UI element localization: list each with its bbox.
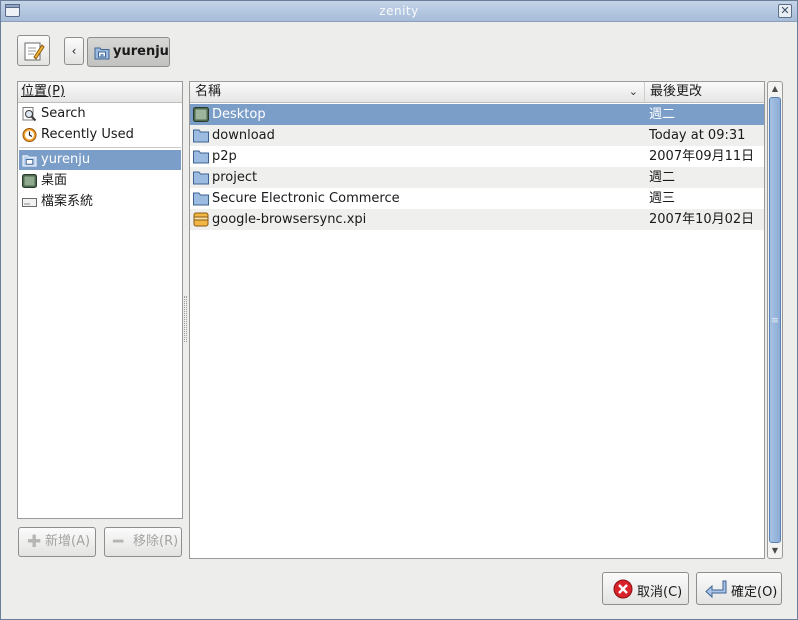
- file-modified: 2007年10月02日: [649, 212, 755, 227]
- remove-bookmark-button[interactable]: ━ 移除(R): [104, 527, 182, 557]
- place-item-label: Recently Used: [41, 127, 134, 142]
- place-item-desktop[interactable]: 桌面: [19, 171, 181, 191]
- drive-icon: [22, 198, 37, 207]
- file-list: 名稱 ⌄ 最後更改 Desktop 週二 download Today at 0…: [189, 81, 765, 559]
- places-header-label: 位置(P): [21, 84, 65, 99]
- file-name: google-browsersync.xpi: [212, 212, 367, 227]
- window-title: zenity: [379, 4, 419, 18]
- file-modified: 週二: [649, 170, 676, 185]
- cancel-button-label: 取消(C): [637, 585, 683, 600]
- path-back-button[interactable]: ‹: [64, 37, 84, 65]
- minus-icon: ━: [113, 532, 124, 552]
- file-modified: Today at 09:31: [649, 128, 746, 143]
- column-header-modified-label: 最後更改: [650, 84, 703, 99]
- places-header[interactable]: 位置(P): [18, 82, 182, 103]
- desktop-icon: [22, 174, 37, 188]
- places-panel: 位置(P) Search Recently Used yurenju 桌面 檔案…: [17, 81, 183, 519]
- plus-icon: ✚: [27, 532, 42, 552]
- file-row-google-browsersync[interactable]: google-browsersync.xpi 2007年10月02日: [190, 209, 764, 230]
- place-item-search[interactable]: Search: [19, 104, 181, 124]
- package-icon: [193, 212, 209, 227]
- path-button-label: yurenju: [113, 44, 169, 59]
- file-name: p2p: [212, 149, 237, 164]
- grip-icon: ≡: [771, 316, 779, 326]
- chevron-left-icon: ‹: [71, 44, 77, 58]
- folder-icon: [193, 150, 209, 164]
- file-list-scrollbar[interactable]: ▲ ≡ ▼: [767, 81, 783, 559]
- file-row-p2p[interactable]: p2p 2007年09月11日: [190, 146, 764, 167]
- place-item-filesystem[interactable]: 檔案系統: [19, 192, 181, 212]
- type-location-button[interactable]: [17, 35, 50, 66]
- add-bookmark-button[interactable]: ✚ 新增(A): [18, 527, 96, 557]
- cancel-button[interactable]: 取消(C): [602, 572, 689, 605]
- file-modified: 2007年09月11日: [649, 149, 755, 164]
- place-item-yurenju[interactable]: yurenju: [19, 150, 181, 170]
- folder-icon: [193, 171, 209, 185]
- recent-icon: [22, 128, 37, 142]
- places-separator: [19, 147, 181, 148]
- file-name: download: [212, 128, 275, 143]
- ok-button-label: 確定(O): [731, 585, 778, 600]
- pencil-notepad-icon: [24, 42, 45, 61]
- sort-descending-icon: ⌄: [628, 85, 638, 98]
- column-header-modified[interactable]: 最後更改: [645, 82, 764, 103]
- title-bar[interactable]: zenity ✕: [1, 1, 797, 22]
- desktop-icon: [193, 107, 209, 122]
- file-modified: 週三: [649, 191, 676, 206]
- place-item-recently-used[interactable]: Recently Used: [19, 125, 181, 145]
- scroll-up-icon[interactable]: ▲: [768, 82, 782, 96]
- scroll-down-icon[interactable]: ▼: [768, 544, 782, 558]
- enter-arrow-icon: [705, 580, 727, 599]
- search-icon: [22, 107, 37, 121]
- place-item-label: Search: [41, 106, 86, 121]
- file-row-download[interactable]: download Today at 09:31: [190, 125, 764, 146]
- add-bookmark-label: 新增(A): [45, 534, 91, 549]
- file-row-desktop[interactable]: Desktop 週二: [190, 104, 764, 125]
- place-item-label: 檔案系統: [41, 194, 94, 209]
- ok-button[interactable]: 確定(O): [696, 572, 782, 605]
- column-header-name[interactable]: 名稱 ⌄: [190, 82, 645, 103]
- file-name: Desktop: [212, 107, 266, 122]
- file-row-project[interactable]: project 週二: [190, 167, 764, 188]
- close-icon[interactable]: ✕: [778, 4, 792, 18]
- file-modified: 週二: [649, 107, 676, 122]
- file-name: project: [212, 170, 258, 185]
- place-item-label: yurenju: [41, 152, 91, 167]
- folder-icon: [193, 129, 209, 143]
- cancel-icon: [613, 579, 633, 599]
- file-row-secure-electronic-commerce[interactable]: Secure Electronic Commerce 週三: [190, 188, 764, 209]
- path-button-home[interactable]: yurenju: [87, 37, 170, 67]
- home-folder-icon: [22, 155, 37, 167]
- file-name: Secure Electronic Commerce: [212, 191, 400, 206]
- home-folder-icon: [94, 47, 110, 60]
- pane-splitter-handle[interactable]: [184, 296, 187, 342]
- place-item-label: 桌面: [41, 173, 68, 188]
- file-chooser-window: zenity ✕ ‹ yurenju 位置(P) Search Recently…: [0, 0, 798, 620]
- remove-bookmark-label: 移除(R): [133, 534, 179, 549]
- folder-icon: [193, 192, 209, 206]
- scrollbar-thumb[interactable]: ≡: [769, 97, 781, 543]
- column-header-name-label: 名稱: [195, 84, 222, 99]
